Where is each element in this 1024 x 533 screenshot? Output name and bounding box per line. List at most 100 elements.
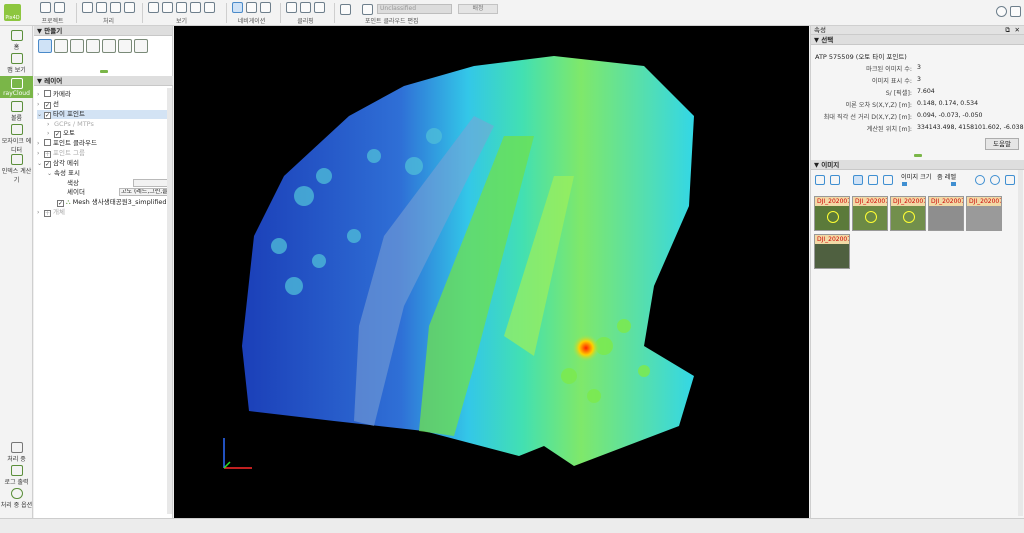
layer-triangle-mesh[interactable]: ⌄ ✓ 삼각 메쉬: [37, 159, 79, 168]
axes-icon[interactable]: [204, 2, 215, 13]
class-combo[interactable]: Unclassified: [377, 4, 452, 14]
unlink-icon[interactable]: [830, 175, 840, 185]
nav-raycloud[interactable]: rayCloud: [0, 76, 33, 98]
polygon-icon[interactable]: [54, 39, 68, 53]
brush-icon[interactable]: [314, 2, 325, 13]
layer-lines[interactable]: › ✓ 선: [37, 100, 59, 109]
gear-icon: [10, 488, 23, 499]
color-field[interactable]: [133, 179, 170, 187]
toolbar-group-label: 보기: [175, 18, 188, 25]
image-thumbnail[interactable]: DJI_202007: [814, 234, 850, 269]
layer-point-cloud[interactable]: › 포인트 클라우드: [37, 139, 97, 148]
image-thumbnail[interactable]: DJI_202007: [928, 196, 964, 231]
polyline-icon[interactable]: [70, 39, 84, 53]
layer-tie-points[interactable]: ⌄ ✓ 타이 포인트: [37, 110, 167, 119]
pan-icon[interactable]: [260, 2, 271, 13]
globe-icon[interactable]: [40, 2, 51, 13]
nav-log-output[interactable]: 로그 출력: [0, 465, 33, 486]
images-zoom-tools: [975, 175, 1015, 185]
image-size-label: 이미지 크기: [901, 174, 932, 181]
nav-home[interactable]: 홈: [0, 30, 33, 52]
zoom-out-icon[interactable]: [990, 175, 1000, 185]
copy-icon[interactable]: [110, 2, 121, 13]
frame-icon[interactable]: [134, 39, 148, 53]
layout-icon[interactable]: [1010, 6, 1021, 17]
prop-shader-label: 셰이더: [67, 188, 85, 196]
images-section-header[interactable]: ▼ 이미지: [811, 160, 1024, 170]
layers-scrollbar[interactable]: [167, 88, 172, 514]
index-icon: [10, 154, 23, 165]
nav-processing-options[interactable]: 처리 중 옵션: [0, 488, 33, 516]
axis-gizmo: [223, 438, 252, 469]
prop-color-label: 색상: [67, 179, 79, 187]
zoom-in-icon[interactable]: [975, 175, 985, 185]
create-section-header[interactable]: ▼ 만들기: [34, 26, 172, 36]
assign-button[interactable]: 배정: [458, 4, 498, 14]
image-thumbnail[interactable]: DJI_202007: [966, 196, 1002, 231]
float-icon[interactable]: ⧉: [1005, 26, 1010, 35]
image-thumbnail[interactable]: DJI_202007: [890, 196, 926, 231]
nav-volume[interactable]: 볼륨: [0, 101, 33, 123]
fit-images-icon[interactable]: [1005, 175, 1015, 185]
layer-gcps-mtps[interactable]: › GCPs / MTPs: [47, 120, 94, 129]
file-icon[interactable]: [96, 2, 107, 13]
mosaic-icon: [10, 124, 23, 135]
images-scrollbar[interactable]: [1018, 170, 1023, 516]
panel-resize-grip[interactable]: [914, 154, 922, 157]
reload-icon[interactable]: [124, 2, 135, 13]
help-button[interactable]: 도움말: [985, 138, 1019, 150]
grid-icon[interactable]: [38, 39, 52, 53]
zoom-out-icon[interactable]: [162, 2, 173, 13]
nav-processing[interactable]: 처리 중: [0, 442, 33, 463]
editing-group-label: 포인트 클라우드 편집: [365, 18, 419, 25]
shader-select[interactable]: 고도 (레드,그린,블루): [119, 188, 170, 196]
layer-display-properties[interactable]: ⌄ 속성 표시: [47, 169, 80, 178]
columns-icon[interactable]: [853, 175, 863, 185]
layers-section-header[interactable]: ▼ 레이어: [34, 76, 173, 86]
box-icon[interactable]: [286, 2, 297, 13]
user-icon[interactable]: [996, 6, 1007, 17]
selection-section-header[interactable]: ▼ 선택: [811, 35, 1024, 45]
nav-map-view[interactable]: 맵 보기: [0, 53, 33, 75]
zoom-level-slider[interactable]: [951, 182, 956, 186]
right-panel: 속성 ⧉ ✕ ▼ 선택 ATP 575509 (오토 타이 포인트) 마크된 이…: [810, 26, 1024, 519]
processing-icon: [10, 442, 23, 453]
create-toolbar: [34, 36, 172, 56]
class-color-icon[interactable]: [362, 4, 373, 15]
sort-desc-icon[interactable]: [883, 175, 893, 185]
target-icon[interactable]: [54, 2, 65, 13]
sort-asc-icon[interactable]: [868, 175, 878, 185]
zoom-in-icon[interactable]: [148, 2, 159, 13]
toolbar-group-view: 보기: [148, 2, 215, 25]
file-new-icon[interactable]: [82, 2, 93, 13]
image-thumbnail[interactable]: DJI_202007: [814, 196, 850, 231]
fullscreen-icon[interactable]: [190, 2, 201, 13]
prop-value: 334143.498, 4158101.602, -6.038: [917, 124, 1024, 131]
layer-objects[interactable]: › + 개체: [37, 208, 65, 217]
panel-resize-grip[interactable]: [100, 70, 108, 73]
properties-title-bar: 속성 ⧉ ✕: [811, 26, 1024, 35]
layer-cameras[interactable]: › 카메라: [37, 90, 71, 99]
split-icon[interactable]: [118, 39, 132, 53]
prop-value: 0.094, -0.073, -0.050: [917, 112, 983, 119]
fit-view-icon[interactable]: [176, 2, 187, 13]
layer-mesh-item[interactable]: ✓ ⛬ Mesh 생사생태공원3_simplified: [57, 198, 167, 207]
cube-icon[interactable]: [86, 39, 100, 53]
point-select-icon[interactable]: [340, 4, 351, 15]
link-icon[interactable]: [815, 175, 825, 185]
nav-index-calculator[interactable]: 인덱스 계산기: [0, 154, 33, 184]
image-thumbnail[interactable]: DJI_202007: [852, 196, 888, 231]
close-icon[interactable]: ✕: [1015, 26, 1020, 35]
nav-mosaic-editor[interactable]: 모자이크 에디터: [0, 124, 33, 154]
image-size-slider[interactable]: [902, 182, 907, 186]
toolbar-group-label: 네비게이션: [237, 18, 266, 25]
app-logo: Pix4D: [4, 4, 21, 21]
map-icon: [10, 53, 23, 64]
rotate-icon[interactable]: [246, 2, 257, 13]
video-icon[interactable]: [102, 39, 116, 53]
move-icon[interactable]: [232, 2, 243, 13]
layer-auto[interactable]: › ✓ 오토: [47, 129, 75, 138]
sphere-icon[interactable]: [300, 2, 311, 13]
layer-point-groups[interactable]: › + 포인트 그룹: [37, 149, 85, 158]
home-icon: [10, 30, 23, 41]
